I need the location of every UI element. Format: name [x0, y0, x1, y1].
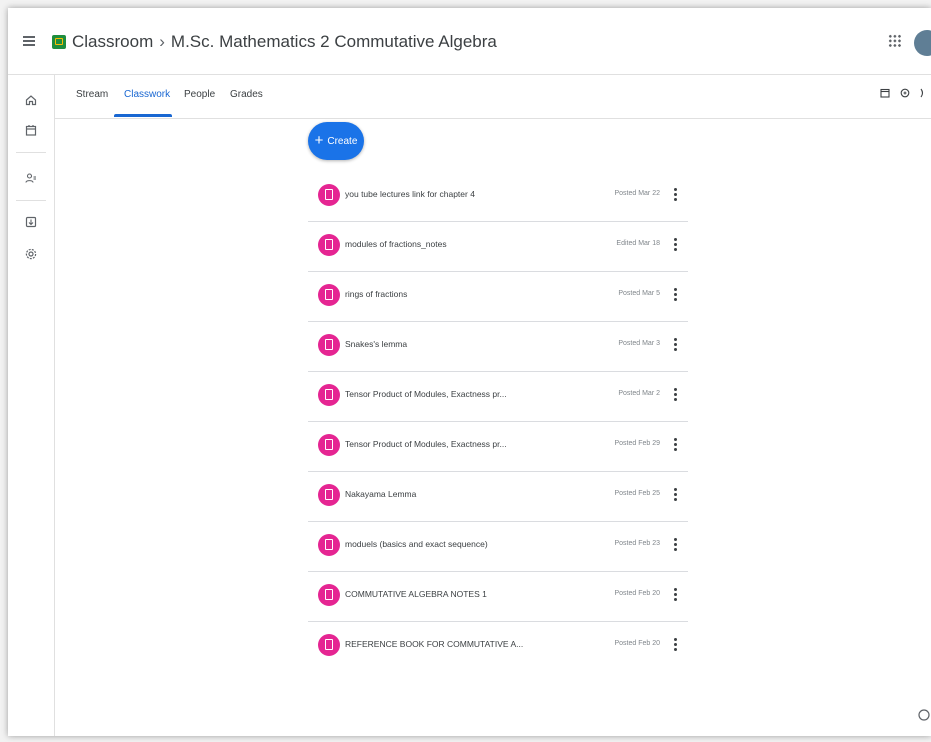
item-date: Posted Mar 2 [618, 390, 660, 397]
material-icon [318, 434, 340, 456]
item-title: modules of fractions_notes [345, 239, 447, 249]
account-avatar[interactable] [914, 30, 931, 56]
material-icon [318, 234, 340, 256]
more-vert-icon[interactable] [672, 188, 678, 204]
settings-icon[interactable] [24, 248, 38, 262]
item-date: Posted Feb 23 [614, 540, 660, 547]
more-options-icon[interactable] [920, 88, 926, 101]
more-vert-icon[interactable] [672, 488, 678, 504]
more-vert-icon[interactable] [672, 638, 678, 654]
material-icon [318, 484, 340, 506]
more-vert-icon[interactable] [672, 388, 678, 404]
classwork-item[interactable]: REFERENCE BOOK FOR COMMUTATIVE A... Post… [308, 622, 688, 671]
create-button-label: Create [327, 135, 358, 147]
classwork-item[interactable]: you tube lectures link for chapter 4 Pos… [308, 172, 688, 222]
material-icon [318, 184, 340, 206]
breadcrumb-separator-icon: › [159, 32, 165, 51]
class-tabs: Stream Classwork People Grades [54, 74, 931, 119]
teaching-icon[interactable] [24, 172, 38, 186]
classwork-item[interactable]: rings of fractions Posted Mar 5 [308, 272, 688, 322]
item-date: Posted Mar 3 [618, 340, 660, 347]
browser-window: Classroom › M.Sc. Mathematics 2 Commutativ… [8, 8, 931, 736]
item-title: REFERENCE BOOK FOR COMMUTATIVE A... [345, 639, 524, 649]
google-apps-icon[interactable] [888, 34, 902, 48]
create-button[interactable]: + Create [308, 122, 364, 160]
material-icon [318, 634, 340, 656]
left-nav-rail [8, 74, 55, 736]
classroom-logo[interactable] [52, 35, 66, 49]
classwork-item[interactable]: COMMUTATIVE ALGEBRA NOTES 1 Posted Feb 2… [308, 572, 688, 622]
calendar-icon[interactable] [24, 124, 38, 138]
classwork-item[interactable]: Tensor Product of Modules, Exactness pr.… [308, 372, 688, 422]
tab-classwork[interactable]: Classwork [124, 89, 170, 100]
app-name-link[interactable]: Classroom [72, 32, 153, 51]
item-date: Posted Feb 29 [614, 440, 660, 447]
tab-grades[interactable]: Grades [230, 89, 263, 100]
main-menu-icon[interactable] [23, 34, 39, 48]
more-vert-icon[interactable] [672, 588, 678, 604]
google-calendar-icon[interactable] [880, 88, 890, 101]
material-icon [318, 584, 340, 606]
top-app-bar: Classroom › M.Sc. Mathematics 2 Commutativ… [8, 8, 931, 75]
material-icon [318, 534, 340, 556]
classwork-item[interactable]: modules of fractions_notes Edited Mar 18 [308, 222, 688, 272]
home-icon[interactable] [24, 94, 38, 108]
active-tab-indicator [114, 114, 172, 117]
classwork-item[interactable]: Tensor Product of Modules, Exactness pr.… [308, 422, 688, 472]
material-icon [318, 384, 340, 406]
classwork-list: you tube lectures link for chapter 4 Pos… [308, 172, 688, 671]
classwork-item[interactable]: Snakes's lemma Posted Mar 3 [308, 322, 688, 372]
item-title: Nakayama Lemma [345, 489, 417, 499]
nav-divider [16, 152, 46, 153]
breadcrumb: Classroom › M.Sc. Mathematics 2 Commutativ… [72, 32, 497, 52]
more-vert-icon[interactable] [672, 538, 678, 554]
classwork-item[interactable]: moduels (basics and exact sequence) Post… [308, 522, 688, 572]
item-date: Posted Feb 25 [614, 490, 660, 497]
item-date: Posted Mar 22 [614, 190, 660, 197]
item-title: Tensor Product of Modules, Exactness pr.… [345, 439, 507, 449]
item-date: Posted Feb 20 [614, 590, 660, 597]
tab-people[interactable]: People [184, 89, 215, 100]
plus-icon: + [314, 132, 324, 149]
classwork-item[interactable]: Nakayama Lemma Posted Feb 25 [308, 472, 688, 522]
item-title: Snakes's lemma [345, 339, 408, 349]
material-icon [318, 284, 340, 306]
more-vert-icon[interactable] [672, 238, 678, 254]
more-vert-icon[interactable] [672, 288, 678, 304]
item-title: COMMUTATIVE ALGEBRA NOTES 1 [345, 589, 487, 599]
class-title[interactable]: M.Sc. Mathematics 2 Commutative Algebra [171, 32, 497, 51]
help-icon[interactable] [918, 708, 930, 725]
item-title: you tube lectures link for chapter 4 [345, 189, 475, 199]
item-title: rings of fractions [345, 289, 408, 299]
more-vert-icon[interactable] [672, 438, 678, 454]
material-icon [318, 334, 340, 356]
item-date: Edited Mar 18 [616, 240, 660, 247]
nav-divider [16, 200, 46, 201]
item-date: Posted Feb 20 [614, 640, 660, 647]
more-vert-icon[interactable] [672, 338, 678, 354]
tab-stream[interactable]: Stream [76, 89, 108, 100]
item-title: Tensor Product of Modules, Exactness pr.… [345, 389, 507, 399]
archived-classes-icon[interactable] [24, 216, 38, 230]
item-date: Posted Mar 5 [618, 290, 660, 297]
drive-folder-icon[interactable] [900, 88, 910, 101]
item-title: moduels (basics and exact sequence) [345, 539, 488, 549]
